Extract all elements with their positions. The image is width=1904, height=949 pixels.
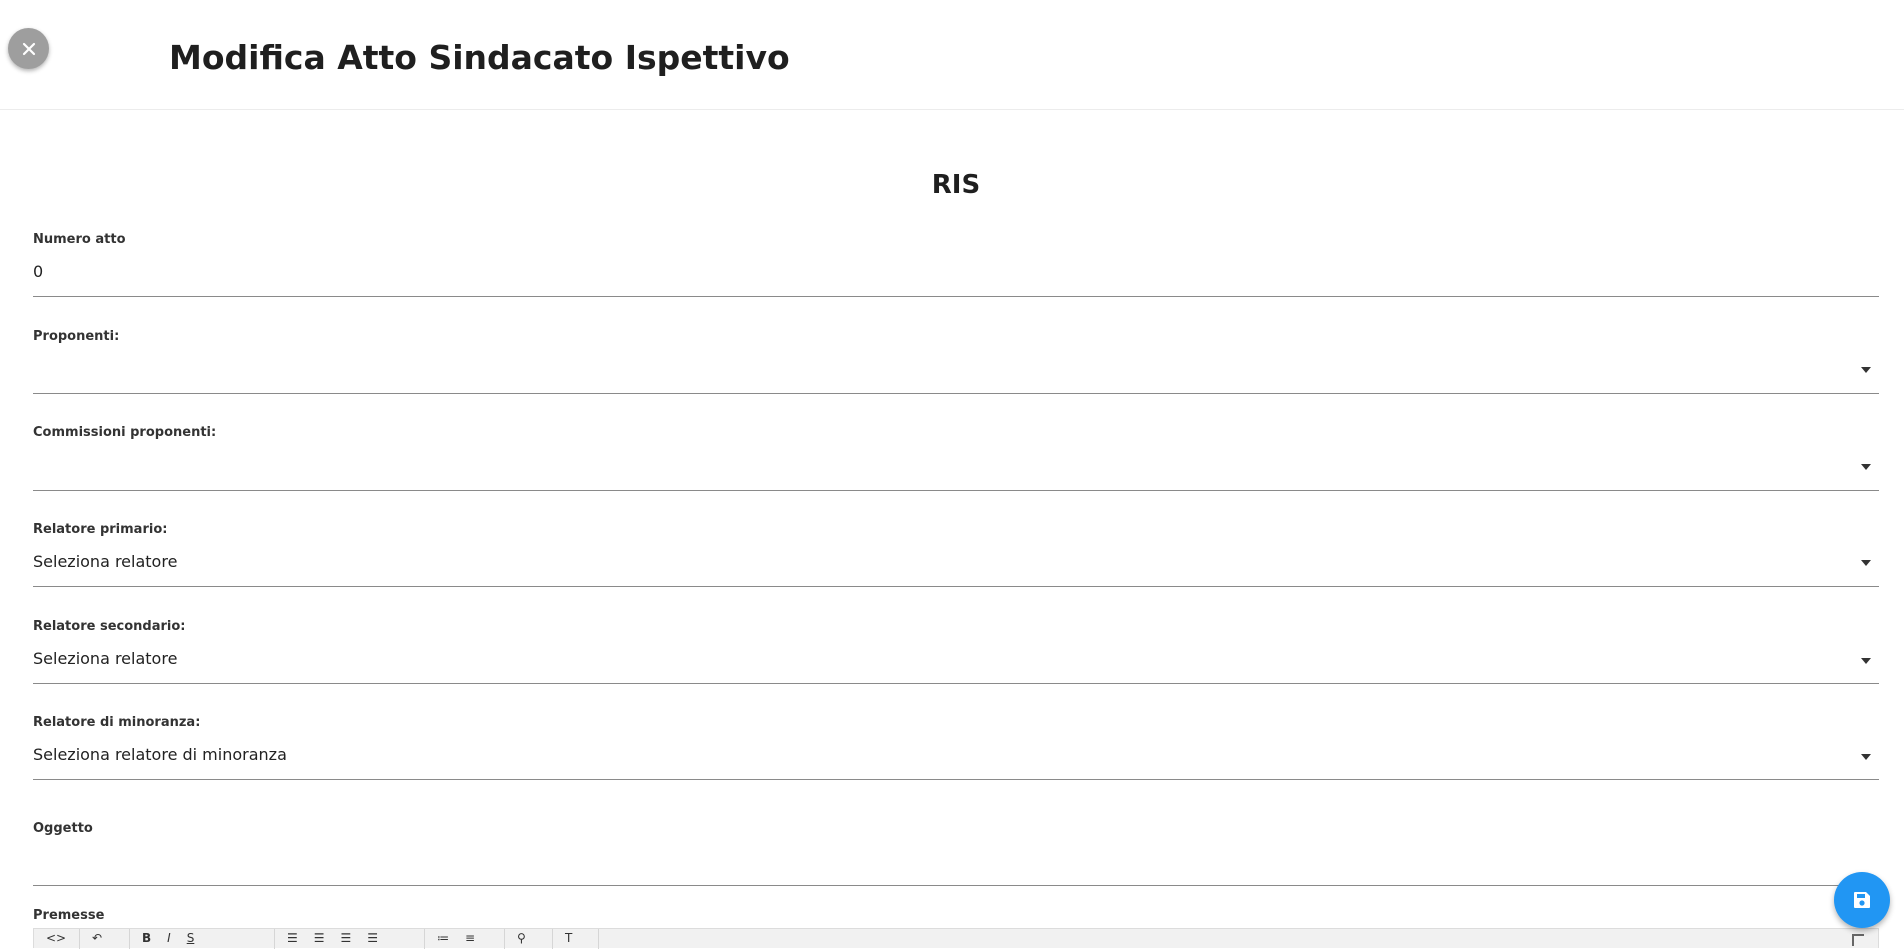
relatore-primario-field: Relatore primario: Seleziona relatore [33, 522, 1879, 587]
toolbar-group-align: ☰ ☰ ☰ ☰ [275, 929, 425, 949]
proponenti-field: Proponenti: [33, 329, 1879, 394]
relatore-minoranza-select[interactable]: Seleziona relatore di minoranza [33, 745, 287, 764]
text-format-icon[interactable]: T [565, 932, 572, 944]
toolbar-group-history: ↶ [80, 929, 130, 949]
relatore-primario-select[interactable]: Seleziona relatore [33, 552, 177, 571]
save-icon [1854, 892, 1870, 908]
numbered-list-icon[interactable]: ≡ [465, 932, 475, 944]
underline-icon[interactable]: S [187, 932, 195, 944]
relatore-secondario-label: Relatore secondario: [33, 619, 186, 634]
commissioni-proponenti-field: Commissioni proponenti: [33, 425, 1879, 491]
numero-atto-label: Numero atto [33, 232, 126, 247]
italic-icon[interactable]: I [167, 932, 171, 944]
relatore-minoranza-underline [33, 779, 1879, 780]
oggetto-field: Oggetto [33, 821, 1879, 886]
commissioni-proponenti-underline [33, 490, 1879, 491]
oggetto-label: Oggetto [33, 821, 93, 836]
chevron-down-icon[interactable] [1861, 658, 1871, 664]
align-justify-icon[interactable]: ☰ [367, 932, 378, 944]
relatore-secondario-underline [33, 683, 1879, 684]
toolbar-group-lists: ≔ ≡ [425, 929, 505, 949]
oggetto-underline [33, 885, 1879, 886]
section-title: RIS [931, 170, 981, 200]
relatore-minoranza-label: Relatore di minoranza: [33, 715, 201, 730]
toolbar-group-style: B I S [130, 929, 275, 949]
numero-atto-field: Numero atto 0 [33, 232, 1879, 297]
chevron-down-icon[interactable] [1861, 754, 1871, 760]
toolbar-group-link: ⚲ [505, 929, 553, 949]
fullscreen-icon[interactable] [1852, 934, 1864, 946]
align-right-icon[interactable]: ☰ [341, 932, 352, 944]
undo-icon[interactable]: ↶ [92, 932, 102, 944]
numero-atto-underline [33, 296, 1879, 297]
save-button[interactable] [1834, 872, 1890, 928]
chevron-down-icon[interactable] [1861, 464, 1871, 470]
relatore-secondario-select[interactable]: Seleziona relatore [33, 649, 177, 668]
align-left-icon[interactable]: ☰ [287, 932, 298, 944]
relatore-secondario-field: Relatore secondario: Seleziona relatore [33, 619, 1879, 684]
premesse-field: Premesse [33, 908, 1879, 928]
premesse-label: Premesse [33, 908, 105, 923]
numero-atto-input[interactable]: 0 [33, 262, 43, 281]
proponenti-label: Proponenti: [33, 329, 120, 344]
page-title: Modifica Atto Sindacato Ispettivo [169, 38, 790, 77]
bold-icon[interactable]: B [142, 932, 151, 944]
chevron-down-icon[interactable] [1861, 367, 1871, 373]
bullet-list-icon[interactable]: ≔ [437, 932, 449, 944]
relatore-primario-label: Relatore primario: [33, 522, 168, 537]
toolbar-group-format: T [553, 929, 599, 949]
toolbar-group-view: <> [34, 929, 80, 949]
dialog-header: Modifica Atto Sindacato Ispettivo [0, 0, 1904, 110]
align-center-icon[interactable]: ☰ [314, 932, 325, 944]
close-icon [22, 42, 35, 55]
commissioni-proponenti-label: Commissioni proponenti: [33, 425, 217, 440]
close-button[interactable] [8, 28, 49, 69]
link-icon[interactable]: ⚲ [517, 932, 526, 944]
proponenti-underline [33, 393, 1879, 394]
editor-toolbar: <> ↶ B I S ☰ ☰ ☰ ☰ ≔ ≡ ⚲ T [33, 928, 1879, 949]
relatore-primario-underline [33, 586, 1879, 587]
code-view-icon[interactable]: <> [46, 932, 66, 944]
relatore-minoranza-field: Relatore di minoranza: Seleziona relator… [33, 715, 1879, 780]
chevron-down-icon[interactable] [1861, 560, 1871, 566]
